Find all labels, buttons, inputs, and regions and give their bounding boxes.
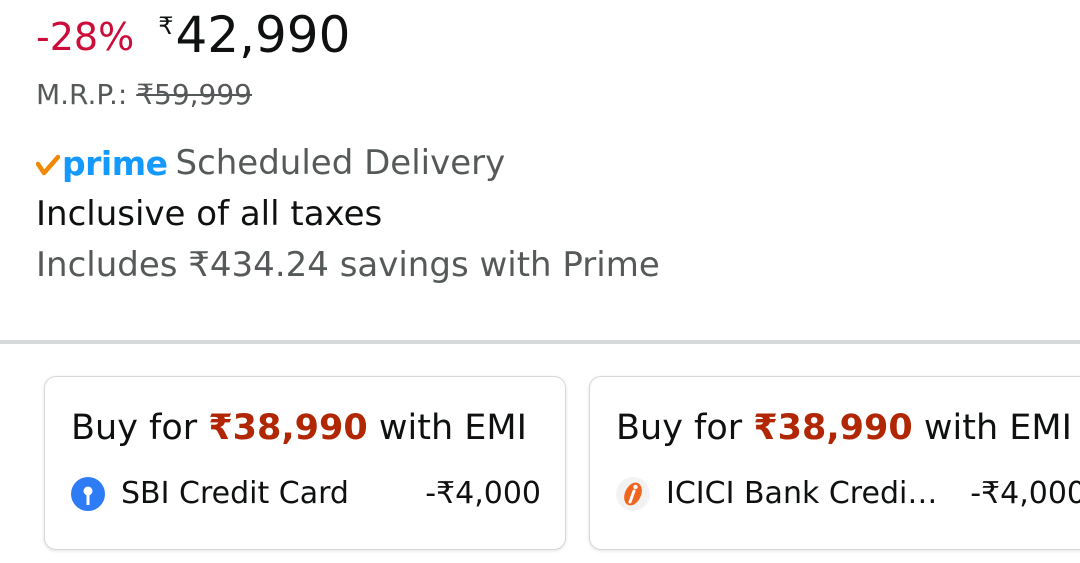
emi-offer-prefix: Buy for bbox=[71, 408, 198, 448]
emi-offer-card-icici[interactable]: Buy for ₹38,990 with EMI ICICI Bank Cred… bbox=[589, 376, 1080, 550]
bank-discount: -₹4,000 bbox=[970, 476, 1080, 511]
mrp-label: M.R.P.: bbox=[36, 78, 128, 111]
delivery-text: Scheduled Delivery bbox=[175, 143, 506, 183]
sbi-logo-icon bbox=[71, 477, 105, 511]
deal-price: ₹ 42,990 bbox=[158, 6, 350, 60]
prime-check-icon bbox=[36, 155, 60, 176]
emi-offer-suffix: with EMI bbox=[378, 408, 527, 448]
prime-savings-note: Includes ₹434.24 savings with Prime bbox=[36, 245, 660, 285]
emi-offer-price: ₹38,990 bbox=[753, 408, 913, 448]
price-amount: 42,990 bbox=[175, 6, 351, 64]
prime-delivery-row[interactable]: prime Scheduled Delivery bbox=[36, 143, 505, 183]
taxes-note: Inclusive of all taxes bbox=[36, 194, 383, 234]
bank-name: ICICI Bank Credi… bbox=[666, 476, 938, 511]
bank-name: SBI Credit Card bbox=[121, 476, 349, 511]
bank-row: SBI Credit Card -₹4,000 bbox=[71, 474, 541, 514]
bank-discount: -₹4,000 bbox=[425, 476, 541, 511]
emi-offer-title: Buy for ₹38,990 with EMI bbox=[71, 407, 527, 449]
currency-symbol: ₹ bbox=[158, 12, 174, 40]
emi-offer-price: ₹38,990 bbox=[208, 408, 368, 448]
emi-offer-suffix: with EMI bbox=[923, 408, 1072, 448]
icici-logo-icon bbox=[616, 477, 650, 511]
mrp-value: ₹59,999 bbox=[136, 78, 252, 111]
emi-offer-prefix: Buy for bbox=[616, 408, 743, 448]
bank-row: ICICI Bank Credi… -₹4,000 bbox=[616, 474, 1080, 514]
discount-percent: -28% bbox=[36, 15, 135, 59]
emi-offer-title: Buy for ₹38,990 with EMI bbox=[616, 407, 1072, 449]
emi-offer-card-sbi[interactable]: Buy for ₹38,990 with EMI SBI Credit Card… bbox=[44, 376, 566, 550]
mrp-row: M.R.P.: ₹59,999 bbox=[36, 78, 252, 112]
price-row: -28% ₹ 42,990 bbox=[36, 6, 350, 66]
prime-logo: prime bbox=[62, 143, 168, 183]
section-divider bbox=[0, 340, 1080, 344]
